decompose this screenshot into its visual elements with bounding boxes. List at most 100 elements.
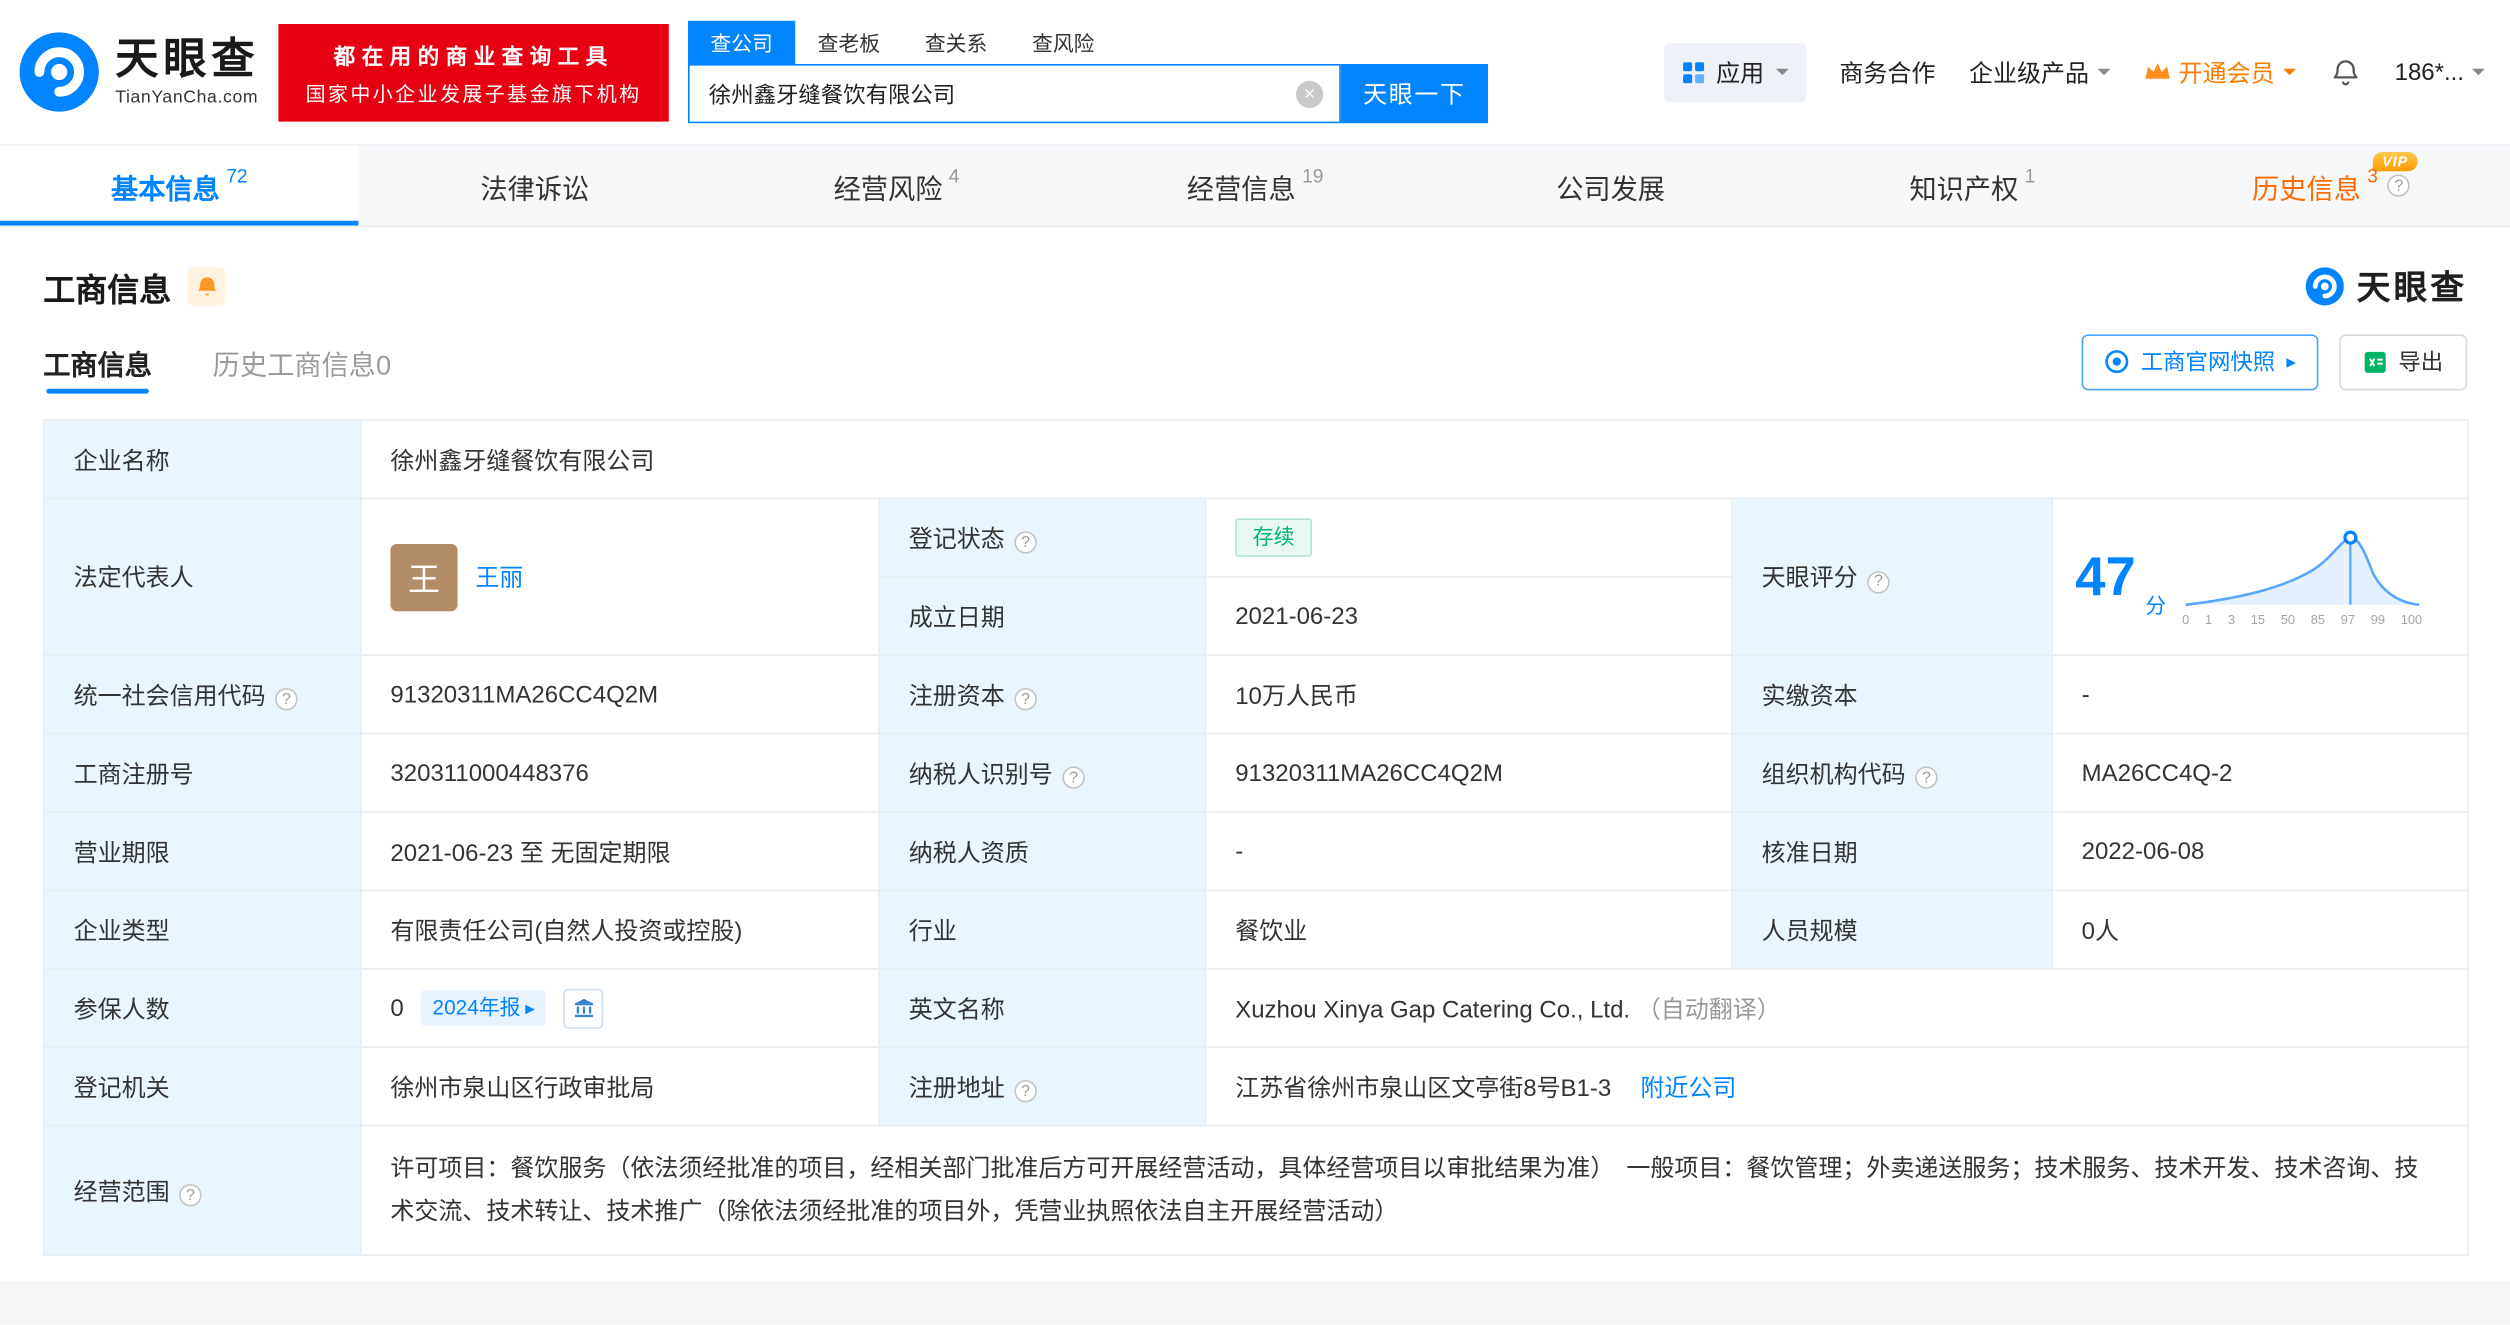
score-curve xyxy=(2185,529,2420,606)
brand-watermark: 天眼查 xyxy=(2304,262,2467,310)
menu-open-vip[interactable]: 开通会员 xyxy=(2143,55,2296,89)
nearby-companies-link[interactable]: 附近公司 xyxy=(1640,1074,1736,1101)
help-icon[interactable]: ? xyxy=(1014,1080,1037,1103)
tab-history-info[interactable]: VIP 历史信息 3 ? xyxy=(2152,146,2510,226)
score-distribution-chart: 0 1 3 15 50 85 97 99 100 xyxy=(2182,527,2422,626)
monitor-bell-icon[interactable] xyxy=(187,267,226,306)
value-tyc-score: 47 分 0 1 3 15 50 85 97 99 100 xyxy=(2051,497,2469,657)
value-reg-number: 320311000448376 xyxy=(360,732,881,813)
search-box: × xyxy=(688,64,1341,124)
table-row: 登记机关 徐州市泉山区行政审批局 注册地址? 江苏省徐州市泉山区文亭街8号B1-… xyxy=(43,1046,2469,1127)
value-business-scope: 许可项目：餐饮服务（依法须经批准的项目，经相关部门批准后方可开展经营活动，具体经… xyxy=(359,1124,2469,1257)
value-company-name: 徐州鑫牙缝餐饮有限公司 xyxy=(359,419,2469,500)
tab-basic-info-label: 基本信息 xyxy=(111,173,220,204)
subtab-business-info[interactable]: 工商信息 xyxy=(43,326,152,396)
tab-operating-risk[interactable]: 经营风险 4 xyxy=(717,146,1076,226)
search-button[interactable]: 天眼一下 xyxy=(1340,64,1488,124)
insured-number: 0 xyxy=(390,994,404,1022)
logo-domain: TianYanCha.com xyxy=(115,87,259,107)
value-taxpayer-id: 91320311MA26CC4Q2M xyxy=(1204,732,1733,813)
annual-report-badge[interactable]: 2024年报 ▸ xyxy=(421,990,547,1026)
export-button[interactable]: 导出 xyxy=(2339,333,2468,390)
tab-legal-label: 法律诉讼 xyxy=(480,173,590,204)
value-english-name: Xuzhou Xinya Gap Catering Co., Ltd. （自动翻… xyxy=(1204,967,2469,1049)
official-snapshot-label: 工商官网快照 xyxy=(2140,348,2276,375)
tab-intellectual-property[interactable]: 知识产权 1 xyxy=(1793,146,2152,226)
tab-risk-label: 经营风险 xyxy=(833,173,943,204)
tab-risk-count: 4 xyxy=(948,164,960,188)
label-business-scope: 经营范围? xyxy=(43,1124,362,1257)
value-business-term: 2021-06-23 至 无固定期限 xyxy=(360,811,881,892)
notification-bell-icon[interactable] xyxy=(2329,56,2361,88)
label-insured-count: 参保人数 xyxy=(43,967,362,1049)
apps-menu[interactable]: 应用 xyxy=(1663,42,1806,102)
table-row: 统一社会信用代码? 91320311MA26CC4Q2M 注册资本? 10万人民… xyxy=(43,654,2469,735)
tab-operating-count: 19 xyxy=(1302,164,1324,188)
label-reg-authority: 登记机关 xyxy=(43,1046,362,1127)
label-reg-status: 登记状态? xyxy=(878,497,1207,578)
score-label-text: 天眼评分 xyxy=(1761,564,1858,592)
promo-banner-line1: 都在用的商业查询工具 xyxy=(333,44,614,68)
tianyancha-company-page: 天眼查 TianYanCha.com 都在用的商业查询工具 国家中小企业发展子基… xyxy=(0,0,2510,1325)
menu-cooperation-label: 商务合作 xyxy=(1839,60,1936,88)
search-tab-company[interactable]: 查公司 xyxy=(688,20,796,64)
tab-ip-count: 1 xyxy=(2024,164,2036,188)
legal-rep-link[interactable]: 王丽 xyxy=(475,560,523,594)
value-reg-authority: 徐州市泉山区行政审批局 xyxy=(360,1046,881,1127)
value-taxpayer-quality: - xyxy=(1204,811,1733,892)
label-tyc-score: 天眼评分? xyxy=(1731,497,2053,657)
help-icon[interactable]: ? xyxy=(1915,766,1938,789)
table-row: 营业期限 2021-06-23 至 无固定期限 纳税人资质 - 核准日期 202… xyxy=(43,811,2469,892)
tab-operating-info[interactable]: 经营信息 19 xyxy=(1076,146,1435,226)
tianyancha-logo[interactable]: 天眼查 TianYanCha.com xyxy=(16,29,259,115)
label-org-code: 组织机构代码? xyxy=(1731,732,2053,813)
chevron-down-icon xyxy=(1775,68,1789,82)
chevron-down-icon xyxy=(2282,68,2296,82)
label-business-term: 营业期限 xyxy=(43,811,362,892)
subtab-history-business-info[interactable]: 历史工商信息0 xyxy=(213,326,391,396)
help-icon[interactable]: ? xyxy=(275,688,298,711)
apps-menu-label: 应用 xyxy=(1716,60,1765,88)
official-snapshot-button[interactable]: 工商官网快照 ▸ xyxy=(2081,333,2319,390)
search-input[interactable] xyxy=(689,65,1340,122)
tab-legal-proceedings[interactable]: 法律诉讼 xyxy=(359,146,718,226)
section-title: 工商信息 xyxy=(43,272,172,308)
help-icon[interactable]: ? xyxy=(1867,570,1890,593)
table-row: 企业类型 有限责任公司(自然人投资或控股) 行业 餐饮业 人员规模 0人 xyxy=(43,889,2469,970)
help-icon[interactable]: ? xyxy=(2387,174,2410,197)
header-menu: 应用 商务合作 企业级产品 开通会员 186*... xyxy=(1663,42,2485,102)
help-icon[interactable]: ? xyxy=(1014,531,1037,554)
user-account[interactable]: 186*... xyxy=(2395,58,2485,86)
value-paid-capital: - xyxy=(2051,654,2469,735)
tab-company-development[interactable]: 公司发展 xyxy=(1435,146,1794,226)
bank-icon xyxy=(574,998,593,1018)
tab-basic-info[interactable]: 基本信息 72 xyxy=(0,145,359,226)
table-row: 参保人数 0 2024年报 ▸ 英文名称 Xuzhou Xinya Gap Ca… xyxy=(43,967,2469,1049)
search-tab-relation[interactable]: 查关系 xyxy=(902,21,1009,64)
search-tab-risk[interactable]: 查风险 xyxy=(1010,21,1117,64)
tab-operating-label: 经营信息 xyxy=(1186,173,1296,204)
table-row: 企业名称 徐州鑫牙缝餐饮有限公司 xyxy=(43,419,2469,500)
tianyancha-brand-icon xyxy=(2305,267,2344,306)
clear-icon[interactable]: × xyxy=(1296,80,1324,108)
apps-grid-icon xyxy=(1682,61,1704,83)
tianyancha-logo-icon xyxy=(19,32,99,112)
export-excel-icon xyxy=(2364,351,2386,373)
tab-history-count: 3 xyxy=(2367,164,2378,188)
value-establish-date: 2021-06-23 xyxy=(1204,575,1733,657)
logo-title: 天眼查 xyxy=(115,35,260,84)
menu-enterprise-label: 企业级产品 xyxy=(1968,60,2089,88)
top-header: 天眼查 TianYanCha.com 都在用的商业查询工具 国家中小企业发展子基… xyxy=(0,0,2510,144)
help-icon[interactable]: ? xyxy=(1062,766,1085,789)
annual-report-icon[interactable] xyxy=(563,988,604,1028)
value-company-type: 有限责任公司(自然人投资或控股) xyxy=(360,889,881,970)
menu-cooperation[interactable]: 商务合作 xyxy=(1839,55,1935,89)
menu-enterprise-products[interactable]: 企业级产品 xyxy=(1969,55,2110,89)
search-tab-boss[interactable]: 查老板 xyxy=(795,21,902,64)
subtab-row: 工商信息 历史工商信息0 工商官网快照 ▸ 导出 xyxy=(43,326,2468,396)
help-icon[interactable]: ? xyxy=(179,1184,202,1207)
legal-rep-avatar[interactable]: 王 xyxy=(390,543,458,611)
help-icon[interactable]: ? xyxy=(1014,688,1037,711)
promo-banner-line2: 国家中小企业发展子基金旗下机构 xyxy=(305,82,642,105)
chevron-down-icon xyxy=(2096,68,2110,82)
